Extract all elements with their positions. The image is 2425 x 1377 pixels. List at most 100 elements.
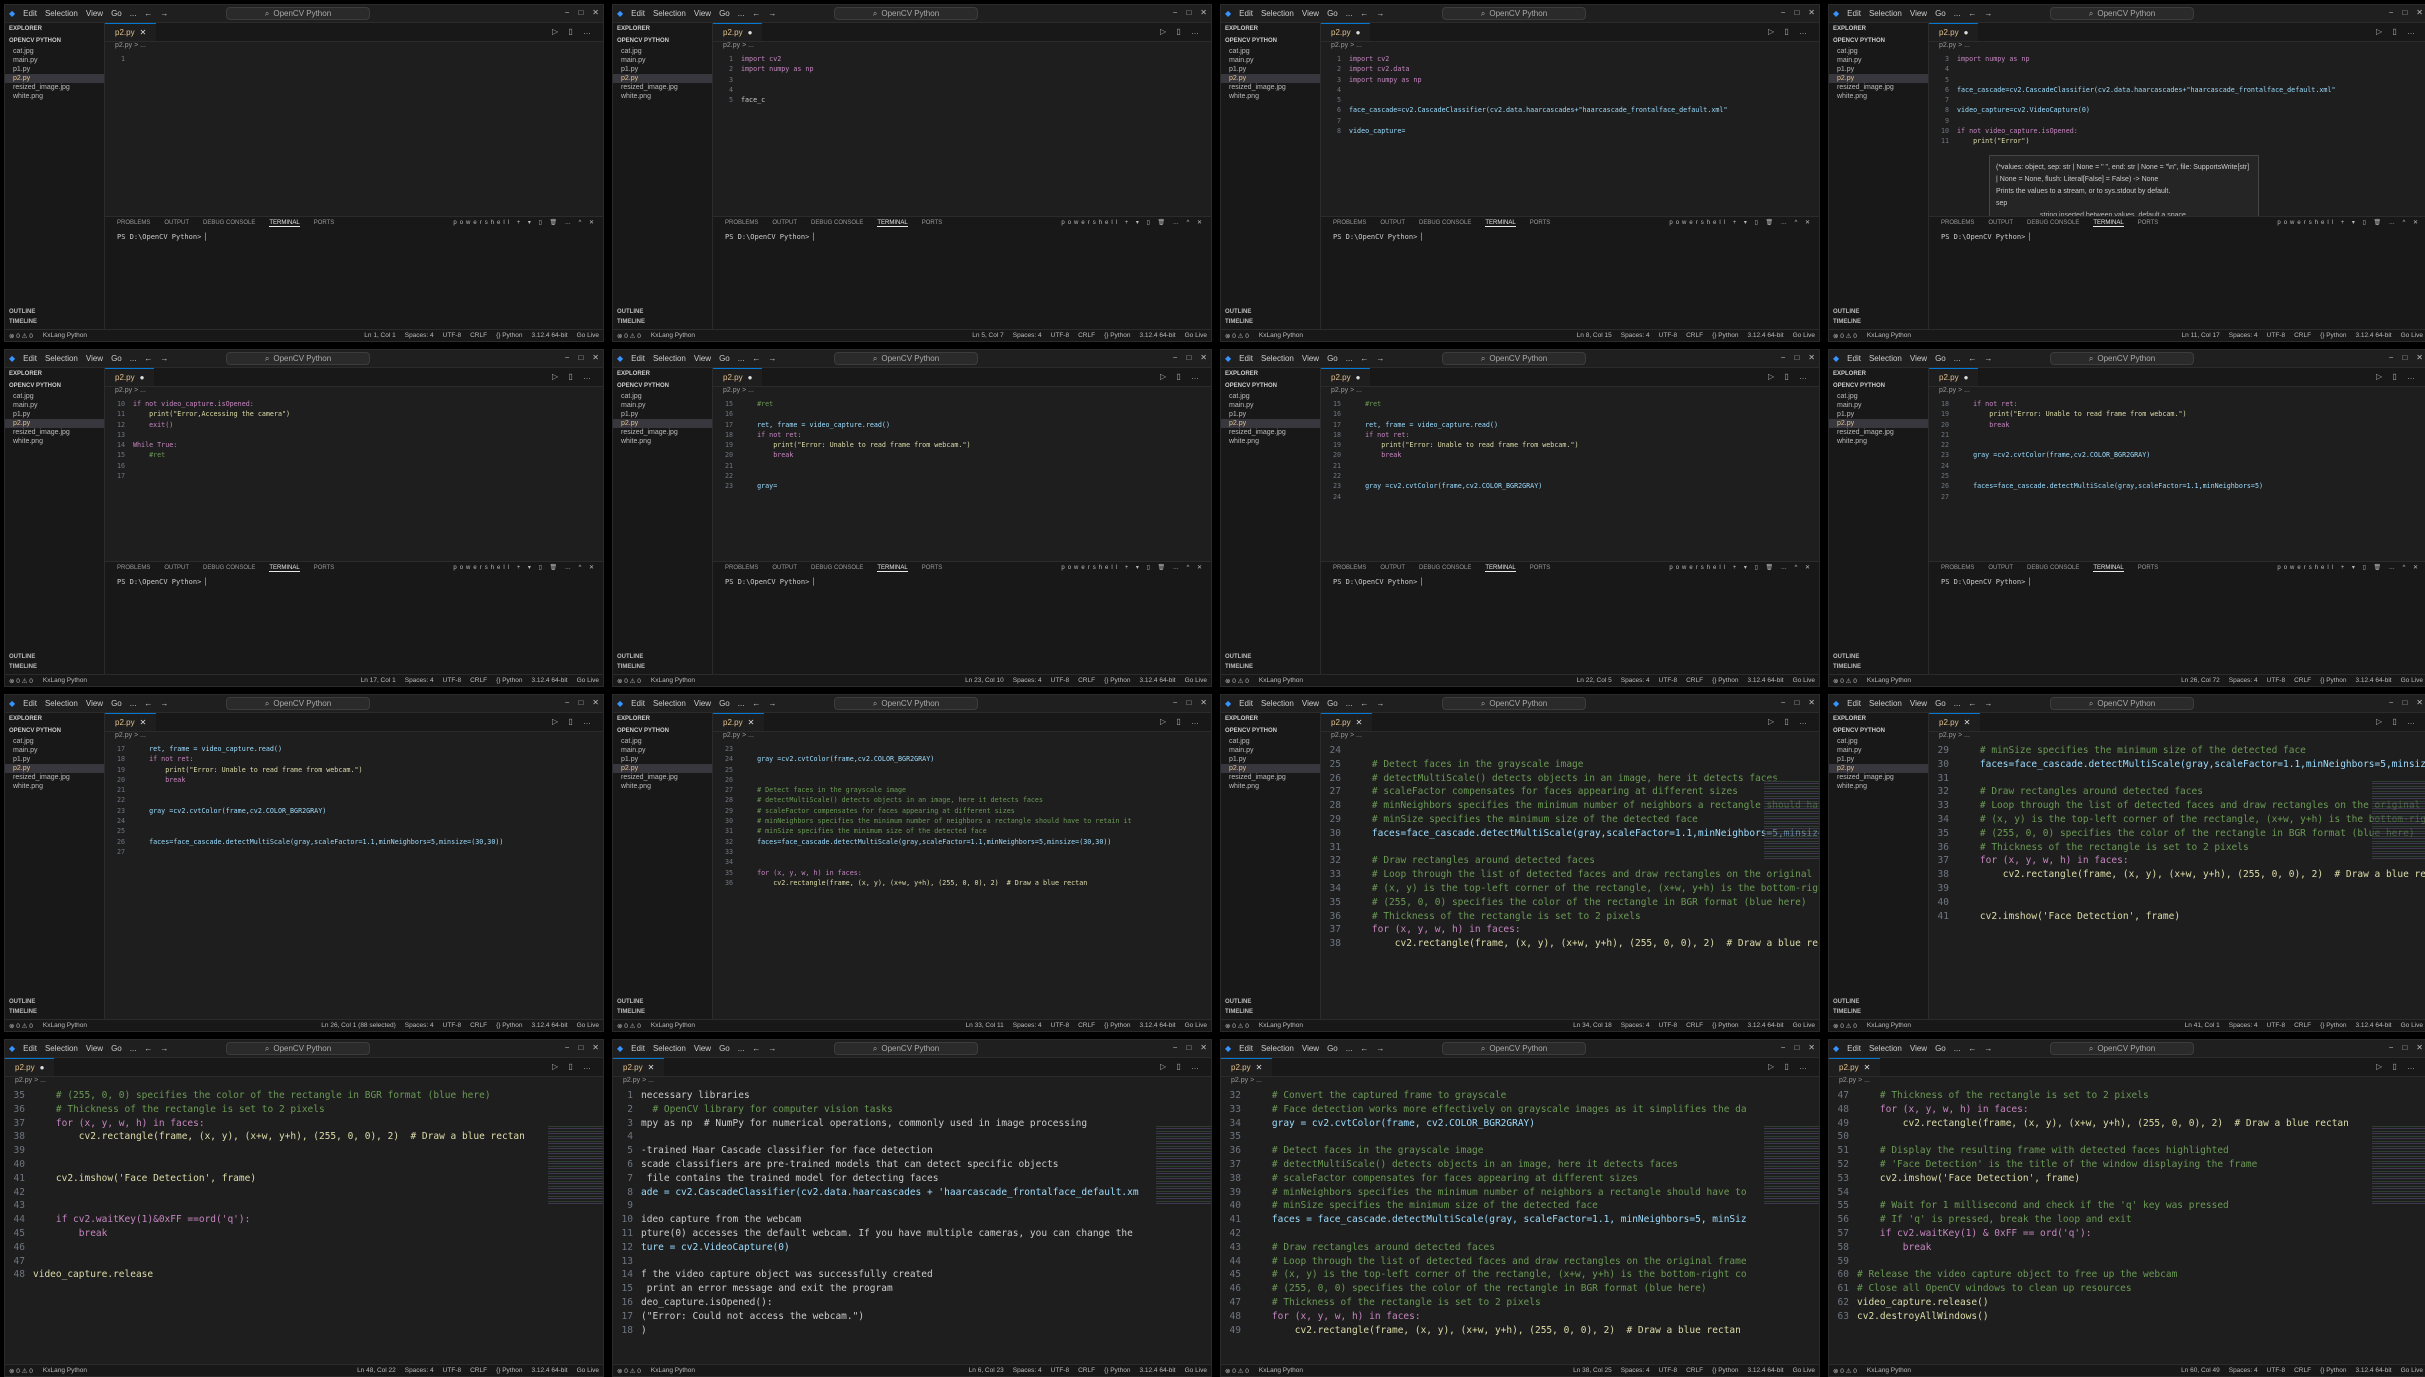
panel-tab-ports[interactable]: PORTS <box>1530 220 1551 227</box>
status-spaces[interactable]: Spaces: 4 <box>1621 1022 1650 1029</box>
sidebar-file-main-py[interactable]: main.py <box>5 56 104 65</box>
minimap[interactable] <box>2372 1124 2425 1204</box>
status-golive[interactable]: Go Live <box>2401 1022 2423 1029</box>
nav-forward-button[interactable]: → <box>1376 1044 1384 1053</box>
status-spaces[interactable]: Spaces: 4 <box>2229 677 2258 684</box>
sidebar-file-resized_image-jpg[interactable]: resized_image.jpg <box>1829 773 1928 782</box>
editor-actions[interactable]: ▷ ▯ … <box>552 372 595 381</box>
status-spaces[interactable]: Spaces: 4 <box>405 1022 434 1029</box>
menu-view[interactable]: View <box>86 9 103 18</box>
code-editor[interactable]: 17 ret, frame = video_capture.read() 18 i… <box>105 742 603 857</box>
menu-selection[interactable]: Selection <box>45 1044 78 1053</box>
panel-tab-ports[interactable]: PORTS <box>314 565 335 572</box>
kxlang-status[interactable]: KxLang Python <box>1259 1367 1303 1375</box>
tab-p2-py[interactable]: p2.py ✕ <box>613 1058 665 1076</box>
tab-close-icon[interactable]: ✕ <box>1964 718 1971 727</box>
menu-selection[interactable]: Selection <box>653 699 686 708</box>
command-center-search[interactable]: ⌕ OpenCV Python <box>834 7 978 20</box>
sidebar-file-cat-jpg[interactable]: cat.jpg <box>613 392 712 401</box>
nav-back-button[interactable]: ← <box>752 699 760 708</box>
maximize-button[interactable]: □ <box>1794 8 1799 17</box>
menu-selection[interactable]: Selection <box>1869 699 1902 708</box>
menu-selection[interactable]: Selection <box>45 354 78 363</box>
menu-more[interactable]: ... <box>1954 1044 1961 1053</box>
sidebar-file-p2-py[interactable]: p2.py <box>5 764 104 773</box>
nav-forward-button[interactable]: → <box>160 1044 168 1053</box>
editor-actions[interactable]: ▷ ▯ … <box>1160 1062 1203 1071</box>
sidebar-file-p1-py[interactable]: p1.py <box>5 410 104 419</box>
panel-tab-output[interactable]: OUTPUT <box>164 220 189 227</box>
project-folder[interactable]: OPENCV PYTHON <box>613 35 712 47</box>
panel-tab-output[interactable]: OUTPUT <box>772 220 797 227</box>
nav-back-button[interactable]: ← <box>144 1044 152 1053</box>
tab-close-icon[interactable]: ● <box>1356 28 1361 37</box>
menu-go[interactable]: Go <box>111 699 122 708</box>
sidebar-file-p2-py[interactable]: p2.py <box>613 74 712 83</box>
sidebar-file-white-png[interactable]: white.png <box>613 782 712 791</box>
menu-view[interactable]: View <box>1302 1044 1319 1053</box>
cursor-position[interactable]: Ln 26, Col 72 <box>2181 677 2220 684</box>
tab-close-icon[interactable]: ● <box>140 373 145 382</box>
status-golive[interactable]: Go Live <box>577 332 599 339</box>
nav-forward-button[interactable]: → <box>160 354 168 363</box>
nav-forward-button[interactable]: → <box>160 699 168 708</box>
kxlang-status[interactable]: KxLang Python <box>651 1022 695 1030</box>
code-editor[interactable]: 23 24 gray =cv2.cvtColor(frame,cv2.COLOR_… <box>713 742 1211 888</box>
nav-forward-button[interactable]: → <box>768 1044 776 1053</box>
menu-selection[interactable]: Selection <box>45 9 78 18</box>
nav-back-button[interactable]: ← <box>1360 354 1368 363</box>
problems-count[interactable]: ⊗ 0 ⚠ 0 <box>1225 677 1249 685</box>
sidebar-file-cat-jpg[interactable]: cat.jpg <box>1221 737 1320 746</box>
status-encoding[interactable]: UTF-8 <box>1659 677 1677 684</box>
kxlang-status[interactable]: KxLang Python <box>1867 677 1911 685</box>
minimize-button[interactable]: − <box>565 698 570 707</box>
menu-selection[interactable]: Selection <box>653 9 686 18</box>
menu-edit[interactable]: Edit <box>631 9 645 18</box>
nav-back-button[interactable]: ← <box>144 699 152 708</box>
menu-more[interactable]: ... <box>130 1044 137 1053</box>
status-spaces[interactable]: Spaces: 4 <box>405 677 434 684</box>
sidebar-file-white-png[interactable]: white.png <box>613 92 712 101</box>
outline-section[interactable]: OUTLINE <box>9 309 35 315</box>
status-golive[interactable]: Go Live <box>1185 1022 1207 1029</box>
sidebar-file-main-py[interactable]: main.py <box>1829 746 1928 755</box>
status-lang[interactable]: {} Python <box>1712 332 1738 339</box>
status-encoding[interactable]: UTF-8 <box>2267 677 2285 684</box>
menu-more[interactable]: ... <box>738 354 745 363</box>
sidebar-file-white-png[interactable]: white.png <box>1221 92 1320 101</box>
status-spaces[interactable]: Spaces: 4 <box>2229 332 2258 339</box>
panel-tab-debug-console[interactable]: DEBUG CONSOLE <box>1419 565 1471 572</box>
status-version[interactable]: 3.12.4 64-bit <box>2355 677 2391 684</box>
status-spaces[interactable]: Spaces: 4 <box>1013 1022 1042 1029</box>
panel-tab-problems[interactable]: PROBLEMS <box>1941 220 1974 227</box>
maximize-button[interactable]: □ <box>1794 353 1799 362</box>
status-spaces[interactable]: Spaces: 4 <box>1621 677 1650 684</box>
project-folder[interactable]: OPENCV PYTHON <box>5 35 104 47</box>
tab-close-icon[interactable]: ● <box>748 373 753 382</box>
sidebar-file-resized_image-jpg[interactable]: resized_image.jpg <box>1829 83 1928 92</box>
sidebar-file-main-py[interactable]: main.py <box>1829 401 1928 410</box>
code-editor[interactable]: 1 import cv2 2 import cv2.data 3 import numpy… <box>1321 52 1819 136</box>
terminal-actions[interactable]: + ▾ ▯ 🗑 … ^ ✕ <box>1733 565 1813 571</box>
status-golive[interactable]: Go Live <box>2401 332 2423 339</box>
timeline-section[interactable]: TIMELINE <box>1833 1009 1861 1015</box>
panel-tab-terminal[interactable]: TERMINAL <box>269 565 300 572</box>
nav-forward-button[interactable]: → <box>160 9 168 18</box>
panel-tab-ports[interactable]: PORTS <box>314 220 335 227</box>
status-golive[interactable]: Go Live <box>577 1022 599 1029</box>
problems-count[interactable]: ⊗ 0 ⚠ 0 <box>9 332 33 340</box>
tab-close-icon[interactable]: ● <box>1964 373 1969 382</box>
status-encoding[interactable]: UTF-8 <box>443 677 461 684</box>
terminal-actions[interactable]: + ▾ ▯ 🗑 … ^ ✕ <box>1125 565 1205 571</box>
status-eol[interactable]: CRLF <box>2294 1022 2311 1029</box>
menu-selection[interactable]: Selection <box>45 699 78 708</box>
minimap[interactable] <box>1156 1124 1211 1204</box>
status-version[interactable]: 3.12.4 64-bit <box>531 677 567 684</box>
sidebar-file-p2-py[interactable]: p2.py <box>1829 419 1928 428</box>
minimize-button[interactable]: − <box>1173 353 1178 362</box>
status-eol[interactable]: CRLF <box>1686 332 1703 339</box>
status-lang[interactable]: {} Python <box>2320 1022 2346 1029</box>
menu-edit[interactable]: Edit <box>1239 699 1253 708</box>
tab-close-icon[interactable]: ● <box>748 28 753 37</box>
panel-tab-debug-console[interactable]: DEBUG CONSOLE <box>203 565 255 572</box>
